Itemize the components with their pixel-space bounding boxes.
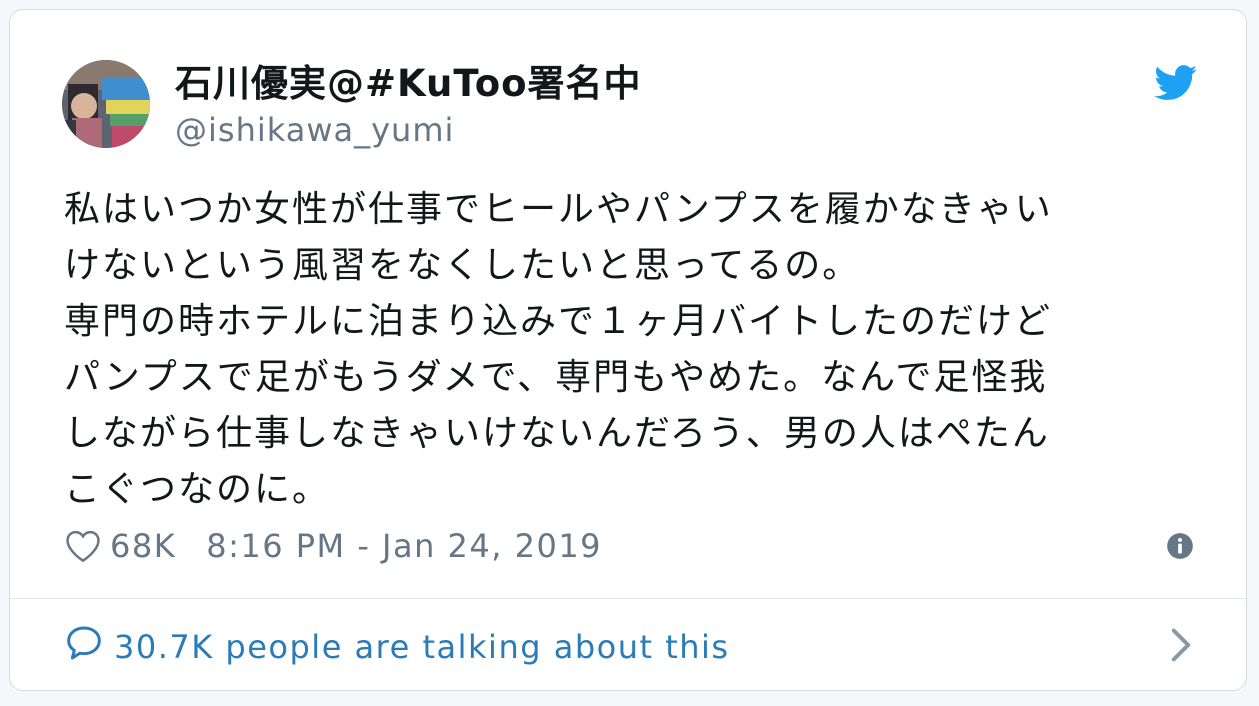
info-icon[interactable] — [1166, 532, 1194, 560]
timestamp[interactable]: 8:16 PM - Jan 24, 2019 — [206, 527, 602, 565]
chevron-right-icon[interactable] — [1170, 627, 1192, 663]
talking-about-text[interactable]: 30.7K people are talking about this — [114, 627, 730, 667]
tweet-line: こぐつなのに。 — [64, 469, 331, 510]
user-handle[interactable]: @ishikawa_yumi — [175, 110, 454, 150]
tweet-line: パンプスで足がもうダメで、専門もやめた。なんで足怪我 — [64, 357, 1048, 398]
tweet-header: 石川優実@#KuToo署名中 @ishikawa_yumi — [10, 10, 1246, 170]
tweet-line: 私はいつか女性が仕事でヒールやパンプスを履かなきゃい — [64, 189, 1053, 230]
tweet-card[interactable]: 石川優実@#KuToo署名中 @ishikawa_yumi 私はいつか女性が仕事… — [9, 9, 1247, 691]
twitter-bird-icon[interactable] — [1154, 65, 1198, 101]
tweet-text: 私はいつか女性が仕事でヒールやパンプスを履かなきゃい けないという風習をなくした… — [64, 182, 1214, 518]
avatar-image — [62, 60, 150, 148]
tweet-meta: 68K 8:16 PM - Jan 24, 2019 — [64, 524, 602, 568]
tweet-line: 専門の時ホテルに泊まり込みで１ヶ月バイトしたのだけど — [64, 301, 1053, 342]
like-count[interactable]: 68K — [110, 527, 176, 565]
display-name[interactable]: 石川優実@#KuToo署名中 — [175, 62, 642, 106]
speech-bubble-icon — [67, 626, 101, 660]
tweet-line: けないという風習をなくしたいと思ってるの。 — [64, 245, 861, 286]
avatar[interactable] — [62, 60, 150, 148]
tweet-line: しながら仕事しなきゃいけないんだろう、男の人はぺたん — [64, 413, 1050, 454]
heart-icon[interactable] — [64, 529, 102, 563]
conversation-link[interactable]: 30.7K people are talking about this — [10, 599, 1246, 690]
